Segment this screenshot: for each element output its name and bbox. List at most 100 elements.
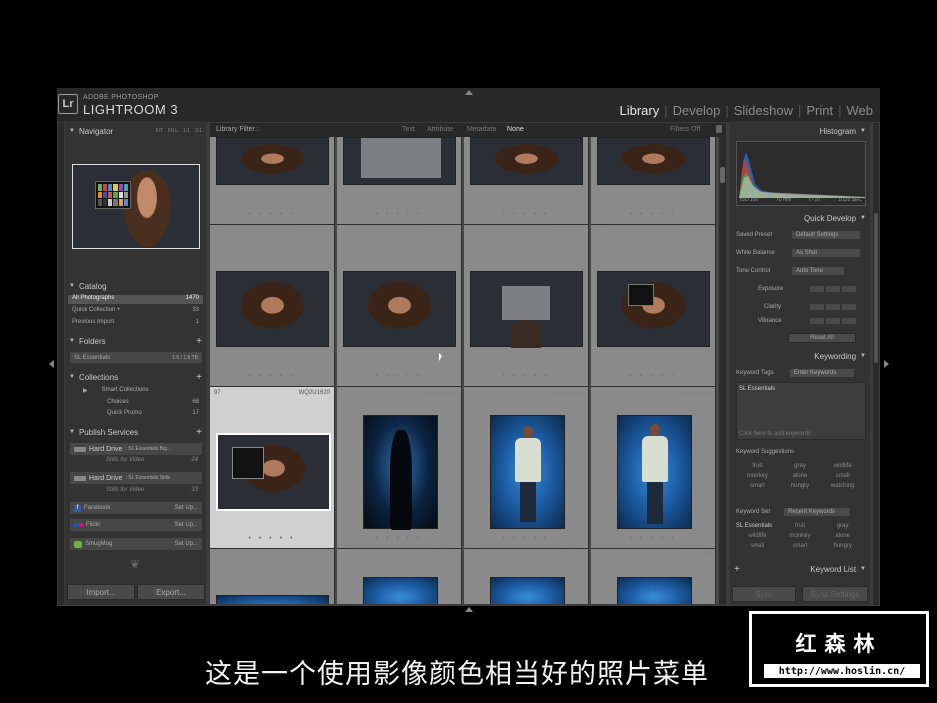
keyword-suggestion[interactable]: small: [821, 473, 864, 479]
zoom-fill[interactable]: FILL: [168, 128, 178, 134]
add-publish-service-icon[interactable]: +: [196, 427, 202, 438]
grid-cell[interactable]: 98 WQ2U1621 • • • • •: [337, 387, 462, 549]
rating-dots[interactable]: • • • • •: [337, 211, 461, 218]
catalog-item-all-photographs[interactable]: All Photographs 1470: [68, 295, 203, 304]
keyword-set-item[interactable]: wildlife: [736, 533, 779, 539]
sync-button[interactable]: Sync: [732, 586, 796, 602]
grid-cell[interactable]: 93 WQ2U1616 • • • • •: [210, 225, 335, 387]
keyword-suggestion[interactable]: monkey: [736, 473, 779, 479]
thumbnail[interactable]: [216, 137, 329, 185]
thumbnail[interactable]: [490, 415, 565, 529]
module-library[interactable]: Library: [614, 103, 664, 118]
clarity-stepper[interactable]: [810, 304, 856, 310]
filter-presets-dropdown[interactable]: Filters Off: [670, 126, 700, 133]
keyword-suggestion[interactable]: gray: [779, 463, 822, 469]
keyword-set-dropdown[interactable]: Recent Keywords: [784, 508, 850, 516]
import-button[interactable]: Import...: [67, 584, 135, 600]
lock-icon[interactable]: [716, 125, 722, 133]
rating-dots[interactable]: • • • • •: [464, 535, 588, 542]
grid-cell[interactable]: • • • • •: [210, 137, 335, 225]
grid-cell[interactable]: 96 WQ2U1619 • • • • •: [591, 225, 716, 387]
thumbnail[interactable]: [470, 137, 583, 185]
catalog-item-quick-collection[interactable]: Quick Collection +33: [68, 307, 203, 316]
rating-dots[interactable]: • • • • •: [337, 373, 461, 380]
grid-cell[interactable]: 99 WQ2U1622 • • • • •: [464, 387, 589, 549]
filmstrip-toggle-icon[interactable]: [465, 607, 473, 612]
keyword-set-item[interactable]: SL Essentials: [736, 523, 779, 529]
rating-dots[interactable]: • • • • •: [591, 373, 715, 380]
vibrance-stepper[interactable]: [810, 318, 856, 324]
grid-cell[interactable]: • • • • •: [464, 137, 589, 225]
thumbnail[interactable]: [216, 433, 331, 511]
keyword-suggestion[interactable]: smart: [736, 483, 779, 489]
grid-cell[interactable]: • • • • •: [591, 137, 716, 225]
thumbnail[interactable]: [363, 415, 438, 530]
thumbnail[interactable]: [343, 271, 456, 347]
filter-tab-attribute[interactable]: Attribute: [427, 126, 453, 133]
keyword-set-item[interactable]: smart: [779, 543, 822, 549]
collection-smart-collections[interactable]: ▶ Smart Collections: [79, 387, 203, 396]
module-slideshow[interactable]: Slideshow: [729, 103, 798, 118]
thumbnail[interactable]: [216, 595, 329, 604]
keyword-suggestion[interactable]: wildlife: [821, 463, 864, 469]
auto-tone-button[interactable]: Auto Tone: [792, 267, 844, 275]
thumbnail[interactable]: [216, 271, 329, 347]
module-develop[interactable]: Develop: [668, 103, 726, 118]
rating-dots[interactable]: • • • • •: [210, 211, 334, 218]
keyword-set-item[interactable]: fruit: [779, 523, 822, 529]
left-panel-scrollbar[interactable]: [58, 123, 64, 605]
keyword-suggestion[interactable]: hungry: [779, 483, 822, 489]
thumbnail[interactable]: [490, 577, 565, 604]
publish-facebook[interactable]: f Facebook Set Up...: [70, 502, 202, 514]
publish-collection-stills-2[interactable]: Stills for Video 33: [70, 487, 202, 496]
keyword-set-item[interactable]: alone: [821, 533, 864, 539]
quick-develop-header[interactable]: Quick Develop ▼: [730, 211, 870, 225]
histogram-header[interactable]: Histogram ▼: [730, 124, 870, 138]
rating-dots[interactable]: • • • • •: [210, 535, 334, 542]
zoom-fit[interactable]: FIT: [156, 128, 164, 134]
thumbnail[interactable]: [470, 271, 583, 348]
rating-dots[interactable]: • • • • •: [337, 535, 461, 542]
filter-tab-metadata[interactable]: Metadata: [467, 126, 496, 133]
grid-cell[interactable]: 95 WQ2U1618 • • • • •: [464, 225, 589, 387]
grid-cell[interactable]: 101 WQ2U1624: [210, 549, 335, 604]
rating-dots[interactable]: • • • • •: [464, 373, 588, 380]
module-web[interactable]: Web: [842, 103, 879, 118]
catalog-item-previous-import[interactable]: Previous Import 1: [68, 319, 203, 328]
grid-cell[interactable]: • • • • •: [337, 137, 462, 225]
grid-cell[interactable]: 100 WQ2U1623 • • • • •: [591, 387, 716, 549]
thumbnail[interactable]: [597, 271, 710, 347]
grid-cell[interactable]: 102 WQ2U1625: [337, 549, 462, 604]
thumbnail[interactable]: [617, 577, 692, 604]
catalog-header[interactable]: ▼ Catalog: [65, 279, 206, 293]
keyword-suggestion[interactable]: alone: [779, 473, 822, 479]
filter-tab-none[interactable]: None: [507, 126, 524, 133]
saved-preset-dropdown[interactable]: Default Settings: [792, 231, 860, 239]
add-folder-icon[interactable]: +: [196, 336, 202, 347]
histogram-graph[interactable]: ISO 100 70 mm f / 10 1/125 SEC: [736, 141, 866, 206]
publish-smugmug[interactable]: SmugMug Set Up...: [70, 538, 202, 550]
zoom-3-1[interactable]: 3:1: [195, 128, 202, 134]
folders-header[interactable]: ▼ Folders +: [65, 334, 206, 348]
sync-settings-button[interactable]: Sync Settings: [802, 586, 868, 602]
rating-dots[interactable]: • • • • •: [464, 211, 588, 218]
publish-services-header[interactable]: ▼ Publish Services +: [65, 425, 206, 439]
keyword-set-item[interactable]: gray: [821, 523, 864, 529]
keywording-header[interactable]: Keywording ▼: [730, 349, 870, 363]
white-balance-dropdown[interactable]: As Shot: [792, 249, 860, 257]
grid-cell[interactable]: 104 WQ2U1627: [591, 549, 716, 604]
module-print[interactable]: Print: [801, 103, 838, 118]
zoom-1-1[interactable]: 1:1: [183, 128, 190, 134]
rating-dots[interactable]: • • • • •: [210, 373, 334, 380]
grid-scrollbar[interactable]: [719, 137, 726, 604]
add-keyword-icon[interactable]: +: [734, 564, 740, 575]
keyword-tags-field[interactable]: SL Essentials Click here to add keywords: [736, 382, 866, 440]
rating-dots[interactable]: • • • • •: [591, 535, 715, 542]
collection-choices[interactable]: Choices 68: [79, 399, 203, 408]
keyword-set-item[interactable]: hungry: [821, 543, 864, 549]
collections-header[interactable]: ▼ Collections +: [65, 370, 206, 384]
publish-flickr[interactable]: Flickr Set Up...: [70, 519, 202, 531]
add-collection-icon[interactable]: +: [196, 372, 202, 383]
navigator-header[interactable]: ▼ Navigator FIT FILL 1:1 3:1: [65, 124, 206, 138]
exposure-stepper[interactable]: [810, 286, 856, 292]
